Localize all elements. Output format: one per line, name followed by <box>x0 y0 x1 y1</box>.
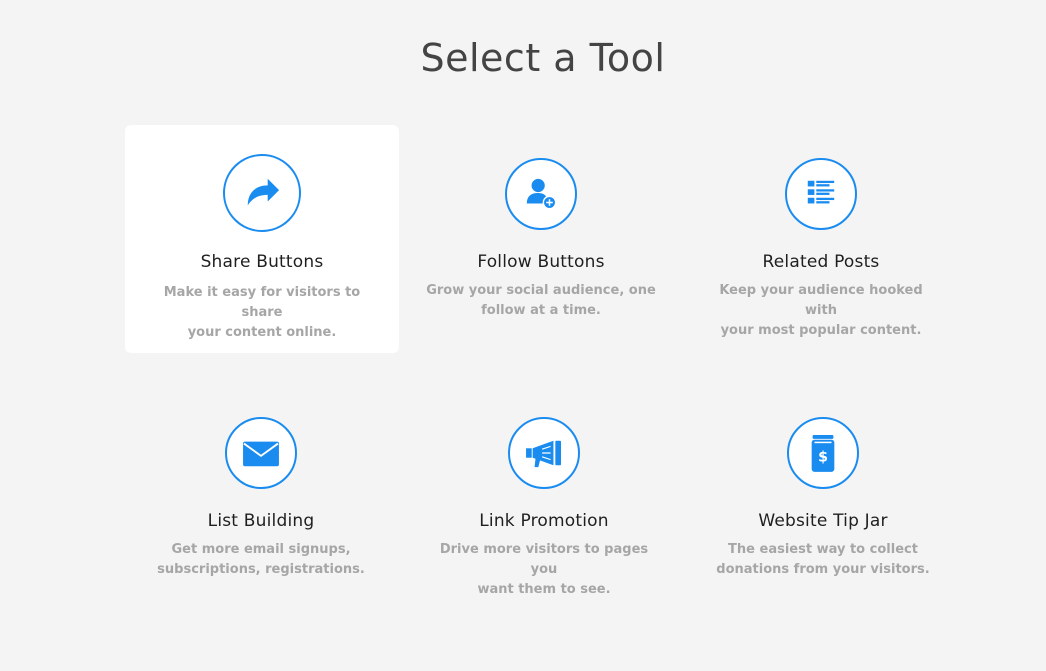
list-icon <box>785 158 857 230</box>
tool-description-line: your most popular content. <box>720 323 922 338</box>
tool-card-list-building[interactable]: List Building Get more email signups, su… <box>124 384 398 612</box>
tool-title: Follow Buttons <box>477 252 605 272</box>
tool-title: List Building <box>207 511 315 531</box>
tool-description: Make it easy for visitors to share your … <box>147 283 377 343</box>
add-user-icon <box>505 158 577 230</box>
tool-description: Keep your audience hooked with your most… <box>706 281 936 341</box>
envelope-icon <box>225 417 297 489</box>
megaphone-icon <box>508 417 580 489</box>
tool-description-line: subscriptions, registrations. <box>157 562 365 577</box>
tool-description: The easiest way to collect donations fro… <box>708 540 938 580</box>
page-title: Select a Tool <box>420 36 666 80</box>
tool-description-line: The easiest way to collect <box>728 542 918 557</box>
tool-description-line: donations from your visitors. <box>716 562 930 577</box>
tool-title: Share Buttons <box>200 252 324 272</box>
tool-card-follow-buttons[interactable]: Follow Buttons Grow your social audience… <box>404 125 678 353</box>
tool-title: Website Tip Jar <box>758 511 888 531</box>
tool-card-website-tip-jar[interactable]: $ Website Tip Jar The easiest way to col… <box>686 384 960 612</box>
tool-card-link-promotion[interactable]: Link Promotion Drive more visitors to pa… <box>407 384 681 612</box>
tool-description: Drive more visitors to pages you want th… <box>429 540 659 600</box>
tool-description-line: your content online. <box>187 325 337 340</box>
tool-title: Related Posts <box>762 252 880 272</box>
tool-description-line: Keep your audience hooked with <box>719 283 923 318</box>
tool-description-line: follow at a time. <box>481 303 601 318</box>
tool-description-line: Drive more visitors to pages you <box>439 542 649 577</box>
tip-jar-icon: $ <box>787 417 859 489</box>
tool-title: Link Promotion <box>479 511 609 531</box>
share-arrow-icon <box>223 154 301 232</box>
tool-card-related-posts[interactable]: Related Posts Keep your audience hooked … <box>684 125 958 353</box>
tool-description: Grow your social audience, one follow at… <box>426 281 656 321</box>
tool-description-line: Get more email signups, <box>171 542 351 557</box>
tool-description-line: Make it easy for visitors to share <box>163 285 361 320</box>
tool-description: Get more email signups, subscriptions, r… <box>146 540 376 580</box>
svg-text:$: $ <box>818 450 828 466</box>
tool-card-share-buttons[interactable]: Share Buttons Make it easy for visitors … <box>125 125 399 353</box>
tool-description-line: Grow your social audience, one <box>426 283 656 298</box>
tool-description-line: want them to see. <box>477 582 611 597</box>
